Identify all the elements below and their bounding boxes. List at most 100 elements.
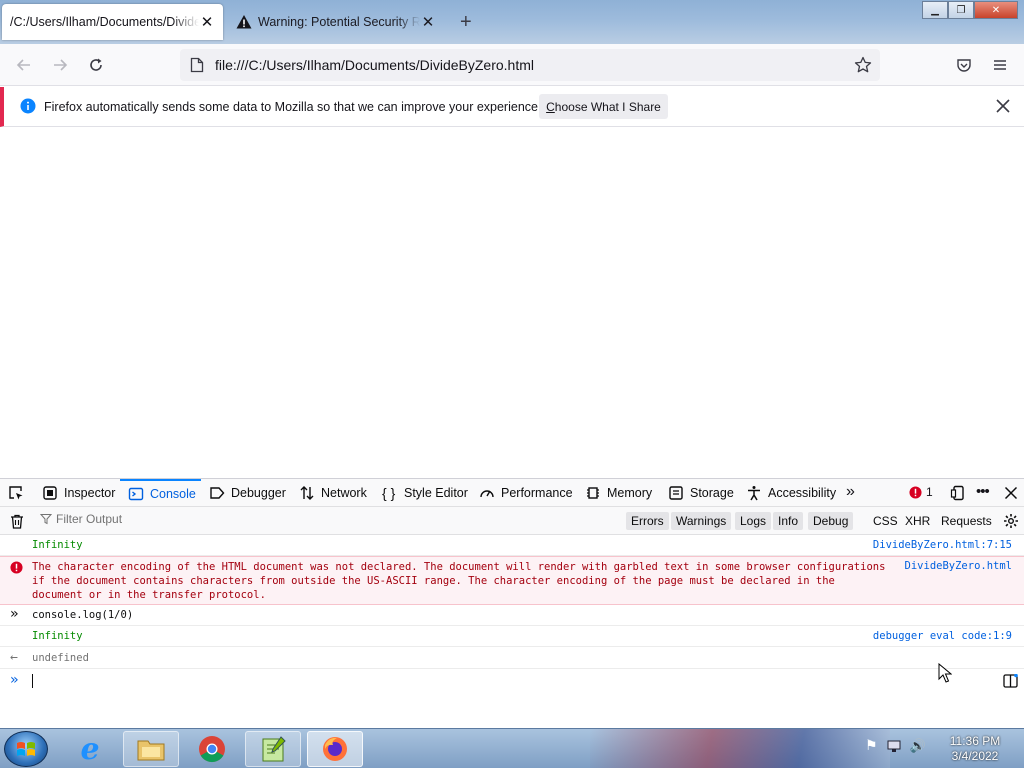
tab-inspector[interactable]: Inspector — [42, 479, 115, 507]
filter-requests-button[interactable]: Requests — [936, 512, 997, 530]
tab-accessibility[interactable]: Accessibility — [746, 479, 836, 507]
close-icon[interactable]: ✕ — [199, 14, 215, 31]
inspector-icon — [43, 486, 57, 500]
info-icon — [20, 98, 36, 114]
tab-network[interactable]: Network — [299, 479, 367, 507]
input-chevron-icon: » — [10, 606, 19, 622]
notepad-plus-plus-icon — [262, 736, 286, 762]
mouse-pointer-icon — [938, 663, 952, 683]
error-icon — [10, 561, 23, 574]
internet-explorer-icon: e — [80, 731, 100, 767]
clock-time: 11:36 PM — [949, 734, 1001, 748]
console-filter-bar: Filter Output Errors Warnings Logs Info … — [0, 507, 1024, 535]
settings-gear-icon[interactable] — [1003, 513, 1019, 529]
console-output: Infinity DivideByZero.html:7:15 The char… — [0, 535, 1024, 728]
style-editor-icon: { } — [382, 485, 396, 501]
new-tab-icon[interactable]: + — [460, 12, 472, 32]
console-message-result: ← undefined — [0, 647, 1024, 669]
close-icon[interactable] — [996, 99, 1010, 113]
editor-mode-icon[interactable] — [1003, 674, 1018, 688]
chrome-taskbar-button[interactable] — [184, 731, 240, 767]
tab-memory[interactable]: Memory — [585, 479, 652, 507]
folder-icon — [137, 740, 165, 761]
tab-title: Warning: Potential Security Risk Ahead — [258, 15, 420, 29]
tab-storage[interactable]: Storage — [668, 479, 734, 507]
close-icon[interactable]: ✕ — [420, 14, 436, 31]
volume-icon[interactable]: 🔊 — [910, 738, 926, 754]
filter-info-button[interactable]: Info — [773, 512, 804, 530]
filter-output-input[interactable]: Filter Output — [40, 512, 122, 526]
more-options-icon[interactable]: ••• — [976, 483, 990, 500]
close-window-button[interactable]: ✕ — [974, 1, 1018, 19]
firefox-taskbar-button[interactable] — [307, 731, 363, 767]
tab-debugger[interactable]: Debugger — [209, 479, 286, 507]
tab-style-editor[interactable]: { } Style Editor — [382, 479, 468, 507]
message-source-link[interactable]: debugger eval code:1:9 — [873, 630, 1012, 642]
element-picker-icon[interactable] — [8, 485, 24, 501]
back-icon[interactable] — [12, 53, 36, 77]
start-button[interactable] — [4, 731, 48, 767]
url-text: file:///C:/Users/Ilham/Documents/DivideB… — [215, 57, 534, 73]
url-bar[interactable]: file:///C:/Users/Ilham/Documents/DivideB… — [180, 49, 880, 81]
storage-icon — [669, 486, 683, 500]
filter-xhr-button[interactable]: XHR — [900, 512, 935, 530]
filter-css-button[interactable]: CSS — [868, 512, 903, 530]
window-controls: ▁ ❐ ✕ — [922, 1, 1018, 19]
console-message-input: » console.log(1/0) — [0, 605, 1024, 626]
error-count-badge[interactable]: 1 — [909, 485, 933, 499]
close-devtools-icon[interactable] — [1004, 486, 1018, 500]
network-status-icon[interactable] — [886, 739, 902, 753]
restore-button[interactable]: ❐ — [948, 1, 974, 19]
forward-icon[interactable] — [48, 53, 72, 77]
bookmark-star-icon[interactable] — [854, 56, 872, 74]
tab-strip: /C:/Users/Ilham/Documents/DivideByZero.h… — [0, 0, 1024, 44]
accessibility-icon — [748, 486, 760, 501]
tab-dividebyzero[interactable]: /C:/Users/Ilham/Documents/DivideByZero.h… — [2, 4, 223, 40]
minimize-button[interactable]: ▁ — [922, 1, 948, 19]
notepad-plus-plus-taskbar-button[interactable] — [245, 731, 301, 767]
page-icon — [190, 57, 204, 73]
error-icon — [909, 485, 922, 499]
warning-icon — [236, 15, 252, 29]
performance-icon — [480, 490, 494, 498]
telemetry-notification-bar: Firefox automatically sends some data to… — [0, 87, 1024, 127]
text-cursor — [32, 674, 33, 688]
console-icon — [128, 487, 144, 501]
console-input-line[interactable]: » — [0, 669, 1024, 693]
notification-text: Firefox automatically sends some data to… — [44, 100, 542, 114]
navigation-toolbar: file:///C:/Users/Ilham/Documents/DivideB… — [0, 44, 1024, 86]
menu-icon[interactable] — [988, 53, 1012, 77]
page-content — [0, 128, 1024, 478]
filter-debug-button[interactable]: Debug — [808, 512, 854, 530]
choose-what-i-share-button[interactable]: Choose What I Share — [539, 94, 668, 119]
tab-title: /C:/Users/Ilham/Documents/DivideByZero.h… — [10, 15, 199, 29]
internet-explorer-taskbar-button[interactable]: e — [62, 731, 118, 767]
debugger-icon — [210, 487, 225, 499]
trash-icon[interactable] — [10, 514, 24, 529]
file-explorer-taskbar-button[interactable] — [123, 731, 179, 767]
filter-icon — [40, 514, 52, 525]
clock-date: 3/4/2022 — [951, 749, 999, 763]
more-tools-chevron-icon[interactable]: » — [846, 483, 855, 501]
tab-performance[interactable]: Performance — [479, 479, 573, 507]
message-source-link[interactable]: DivideByZero.html:7:15 — [873, 539, 1012, 551]
filter-warnings-button[interactable]: Warnings — [671, 512, 732, 530]
reload-icon[interactable] — [84, 53, 108, 77]
action-center-flag-icon[interactable]: ⚑ — [865, 737, 878, 754]
filter-errors-button[interactable]: Errors — [626, 512, 669, 530]
console-message-error: The character encoding of the HTML docum… — [0, 556, 1024, 605]
console-message-log: Infinity debugger eval code:1:9 — [0, 626, 1024, 647]
memory-icon — [587, 487, 599, 499]
filter-logs-button[interactable]: Logs — [735, 512, 772, 530]
result-arrow-icon: ← — [10, 650, 18, 665]
firefox-icon — [323, 737, 347, 761]
tab-security-warning[interactable]: Warning: Potential Security Risk Ahead ✕ — [228, 4, 444, 40]
message-source-link[interactable]: DivideByZero.html — [905, 560, 1012, 572]
responsive-design-icon[interactable] — [950, 485, 966, 501]
tab-console[interactable]: Console — [120, 479, 201, 507]
chrome-icon — [199, 736, 225, 763]
system-tray: ⚑ 🔊 — [865, 737, 926, 754]
taskbar-clock[interactable]: 11:36 PM 3/4/2022 — [940, 734, 1010, 764]
pocket-icon[interactable] — [952, 53, 976, 77]
windows-logo-icon — [17, 742, 35, 756]
